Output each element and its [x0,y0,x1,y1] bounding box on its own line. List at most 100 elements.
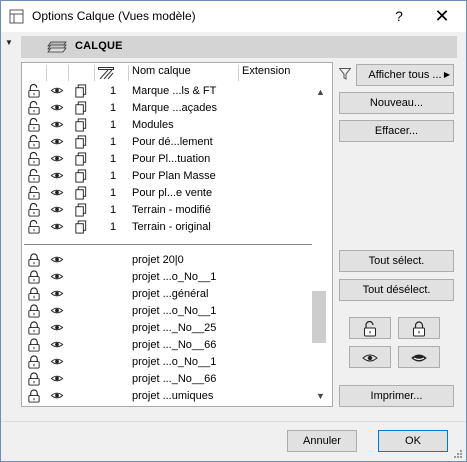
window-title: Options Calque (Vues modèle) [32,9,196,23]
ok-button[interactable]: OK [378,430,448,452]
eye-icon[interactable] [50,169,64,183]
layer-pages-icon[interactable] [74,135,88,149]
eye-icon[interactable] [50,101,64,115]
layer-row[interactable]: 1 Terrain - original [22,219,312,236]
layer-row[interactable]: projet ...o_No__1 [22,269,312,286]
hide-selected-button[interactable] [398,346,440,368]
eye-icon[interactable] [50,338,64,352]
unlock-icon[interactable] [27,186,41,200]
layer-pages-icon[interactable] [74,118,88,132]
unlock-icon[interactable] [27,152,41,166]
close-button[interactable]: ✕ [427,5,457,27]
show-all-dropdown[interactable]: Afficher tous ... ▶ [356,64,454,86]
eye-closed-icon [411,354,427,362]
unlock-icon[interactable] [27,101,41,115]
cancel-button[interactable]: Annuler [287,430,357,452]
layer-row[interactable]: projet 20|0 [22,252,312,269]
lock-icon [413,321,425,337]
layer-row[interactable]: 1 Pour Plan Masse [22,168,312,185]
unlock-icon[interactable] [27,321,41,335]
eye-icon [362,354,378,362]
layer-row[interactable]: 1 Pour Pl...tuation [22,151,312,168]
unlock-icon[interactable] [27,84,41,98]
new-layer-button[interactable]: Nouveau... [339,92,454,114]
layer-row[interactable]: projet ...umiques [22,388,312,405]
unlock-icon[interactable] [27,118,41,132]
layer-number: 1 [109,187,117,199]
section-header: CALQUE [21,36,457,58]
unlock-icon[interactable] [27,287,41,301]
unlock-selected-button[interactable] [349,317,391,339]
layer-row[interactable]: projet ...o_No__1 [22,303,312,320]
eye-icon[interactable] [50,372,64,386]
unlock-icon[interactable] [27,270,41,284]
layer-number: 1 [109,85,117,97]
unlock-icon[interactable] [27,203,41,217]
scroll-down-arrow-icon[interactable]: ▼ [316,391,325,401]
eye-icon[interactable] [50,84,64,98]
unlock-icon[interactable] [27,169,41,183]
resize-grip-icon[interactable] [453,449,463,459]
eye-icon[interactable] [50,287,64,301]
layer-row[interactable]: 1 Pour pl...e vente [22,185,312,202]
layer-row[interactable]: projet ...général [22,286,312,303]
eye-icon[interactable] [50,118,64,132]
layer-name: projet ...général [132,288,209,300]
unlock-icon[interactable] [27,389,41,403]
layer-name: projet ..._No__25 [132,322,217,334]
eye-icon[interactable] [50,186,64,200]
eye-icon[interactable] [50,152,64,166]
layer-pages-icon[interactable] [74,169,88,183]
unlock-icon[interactable] [27,135,41,149]
layer-pages-icon[interactable] [74,203,88,217]
layer-row[interactable]: 1 Marque ...ls & FT [22,83,312,100]
layer-row[interactable]: projet ..._No__66 [22,337,312,354]
layer-list[interactable]: Nom calque Extension ▲ 1 Marque ...ls & F… [21,62,333,407]
lock-selected-button[interactable] [398,317,440,339]
eye-icon[interactable] [50,203,64,217]
unlock-icon[interactable] [27,372,41,386]
unlock-icon[interactable] [27,338,41,352]
layer-row[interactable]: 1 Terrain - modifié [22,202,312,219]
unlock-icon[interactable] [27,355,41,369]
eye-icon[interactable] [50,355,64,369]
layer-name: Pour dé...lement [132,136,213,148]
layer-number: 1 [109,170,117,182]
scrollbar-thumb[interactable] [312,291,326,343]
layer-row[interactable]: projet ...o_No__1 [22,354,312,371]
layer-row[interactable]: 1 Marque ...açades [22,100,312,117]
show-selected-button[interactable] [349,346,391,368]
column-header-name[interactable]: Nom calque [132,65,191,81]
layer-pages-icon[interactable] [74,84,88,98]
help-button[interactable]: ? [384,5,414,27]
layer-row[interactable]: 1 Pour dé...lement [22,134,312,151]
unlock-icon[interactable] [27,253,41,267]
layer-number: 1 [109,136,117,148]
eye-icon[interactable] [50,135,64,149]
print-button[interactable]: Imprimer... [339,385,454,407]
eye-icon[interactable] [50,304,64,318]
scroll-up-arrow-icon[interactable]: ▲ [316,87,325,97]
layer-row[interactable]: 1 Modules [22,117,312,134]
layer-row[interactable]: projet ..._No__25 [22,320,312,337]
unlock-icon[interactable] [27,304,41,318]
select-all-button[interactable]: Tout sélect. [339,250,454,272]
unlock-icon[interactable] [27,220,41,234]
layer-row[interactable]: projet ..._No__66 [22,371,312,388]
column-header-extension[interactable]: Extension [242,65,290,81]
layer-pages-icon[interactable] [74,152,88,166]
eye-icon[interactable] [50,389,64,403]
eye-icon[interactable] [50,220,64,234]
layer-pages-icon[interactable] [74,186,88,200]
layer-pages-icon[interactable] [74,101,88,115]
layer-number: 1 [109,221,117,233]
layer-number: 1 [109,204,117,216]
collapse-triangle-icon[interactable]: ▼ [5,38,13,47]
layer-pages-icon[interactable] [74,220,88,234]
eye-icon[interactable] [50,321,64,335]
deselect-all-button[interactable]: Tout désélect. [339,279,454,301]
delete-layer-button[interactable]: Effacer... [339,120,454,142]
layer-name: projet ...o_No__1 [132,271,217,283]
eye-icon[interactable] [50,253,64,267]
eye-icon[interactable] [50,270,64,284]
